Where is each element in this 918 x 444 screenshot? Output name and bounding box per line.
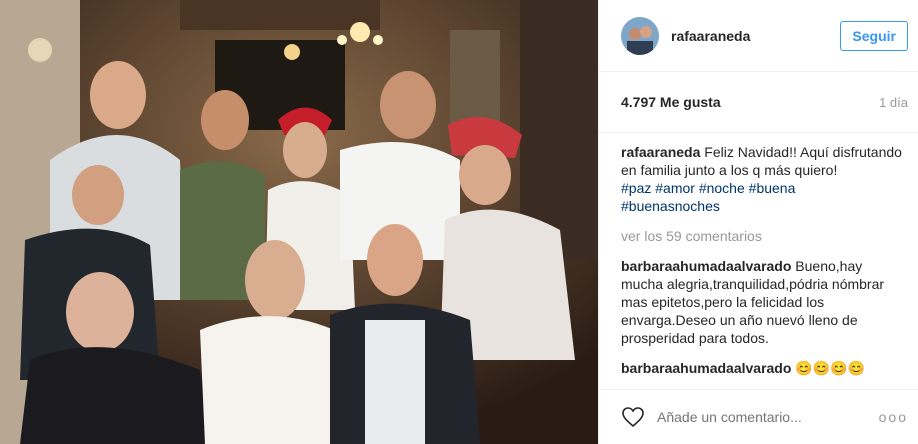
hashtag-link[interactable]: #noche	[699, 180, 745, 196]
hashtag-link[interactable]: #amor	[655, 180, 695, 196]
username-link[interactable]: rafaaraneda	[671, 28, 840, 44]
comment-text: 😊😊😊😊	[795, 360, 866, 376]
post-header: rafaaraneda Seguir	[599, 0, 918, 72]
post-footer: ooo	[599, 389, 918, 444]
comment-username[interactable]: barbaraahumadaalvarado	[621, 360, 791, 376]
caption-username[interactable]: rafaaraneda	[621, 144, 700, 160]
family-photo-illustration	[0, 0, 598, 444]
post-sidebar: rafaaraneda Seguir 4.797 Me gusta 1 día …	[598, 0, 918, 444]
hashtag-link[interactable]: #paz	[621, 180, 651, 196]
comments-section: rafaaraneda Feliz Navidad!! Aquí disfrut…	[599, 133, 918, 377]
likes-count[interactable]: 4.797 Me gusta	[621, 94, 721, 110]
view-comments-link[interactable]: ver los 59 comentarios	[621, 227, 904, 245]
hashtag-link[interactable]: #buena	[749, 180, 796, 196]
comment-item: barbaraahumadaalvarado Bueno,hay mucha a…	[621, 257, 904, 347]
comment-item: barbaraahumadaalvarado 😊😊😊😊	[621, 359, 904, 377]
post-container: rafaaraneda Seguir 4.797 Me gusta 1 día …	[0, 0, 918, 444]
more-options-icon[interactable]: ooo	[879, 409, 908, 425]
post-photo[interactable]	[0, 0, 598, 444]
post-time[interactable]: 1 día	[879, 95, 908, 110]
avatar[interactable]	[621, 16, 659, 55]
post-stats: 4.797 Me gusta 1 día	[599, 72, 918, 133]
comment-input[interactable]	[655, 408, 879, 426]
caption: rafaaraneda Feliz Navidad!! Aquí disfrut…	[621, 143, 904, 215]
comment-username[interactable]: barbaraahumadaalvarado	[621, 258, 791, 274]
heart-icon[interactable]	[621, 406, 645, 428]
hashtag-link[interactable]: #buenasnoches	[621, 198, 720, 214]
follow-button[interactable]: Seguir	[840, 20, 908, 51]
